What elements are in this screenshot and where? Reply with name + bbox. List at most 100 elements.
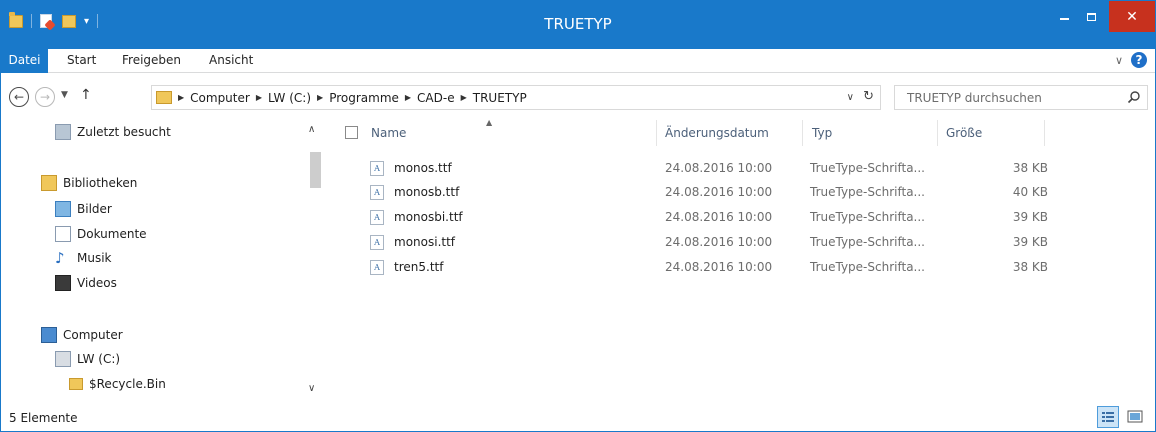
large-icons-view-button[interactable]: [1125, 407, 1145, 427]
navigation-pane-scrollbar[interactable]: ∧ ∨: [304, 118, 326, 402]
breadcrumb-drive[interactable]: LW (C:): [268, 91, 311, 105]
file-name: monosbi.ttf: [394, 210, 463, 224]
recent-places-icon: [55, 124, 71, 140]
breadcrumb-arrow-icon[interactable]: ▶: [256, 93, 262, 102]
file-type: TrueType-Schrifta...: [810, 185, 925, 199]
file-row[interactable]: A monosi.ttf 24.08.2016 10:00 TrueType-S…: [334, 231, 1154, 255]
close-icon: ✕: [1126, 8, 1138, 25]
breadcrumb-arrow-icon[interactable]: ▶: [178, 93, 184, 102]
nav-item-computer[interactable]: Computer: [41, 325, 123, 345]
item-count: 5 Elemente: [9, 411, 78, 425]
nav-item-label: Bibliotheken: [63, 176, 138, 190]
breadcrumb-arrow-icon[interactable]: ▶: [405, 93, 411, 102]
minimize-icon: [1060, 17, 1069, 20]
address-history-icon[interactable]: ∨: [847, 92, 854, 103]
column-header-size[interactable]: Größe: [946, 126, 982, 140]
navigation-pane: Zuletzt besucht Bibliotheken Bilder Doku…: [1, 118, 304, 402]
search-placeholder: TRUETYP durchsuchen: [907, 91, 1042, 105]
file-date: 24.08.2016 10:00: [665, 161, 773, 175]
scroll-down-icon[interactable]: ∨: [308, 383, 315, 394]
computer-icon: [41, 327, 57, 343]
nav-item-recycle-bin[interactable]: $Recycle.Bin: [69, 374, 166, 394]
nav-item-pictures[interactable]: Bilder: [55, 199, 112, 219]
breadcrumb-arrow-icon[interactable]: ▶: [461, 93, 467, 102]
forward-button[interactable]: →: [35, 87, 55, 107]
font-file-icon: A: [370, 161, 384, 176]
nav-item-documents[interactable]: Dokumente: [55, 224, 147, 244]
breadcrumb-computer[interactable]: Computer: [190, 91, 250, 105]
ribbon-tabs: Datei Start Freigeben Ansicht ∨ ?: [1, 49, 1155, 73]
nav-item-label: $Recycle.Bin: [89, 377, 166, 391]
title-bar[interactable]: ▾ TRUETYP ✕: [1, 1, 1155, 49]
column-header-type[interactable]: Typ: [812, 126, 832, 140]
file-date: 24.08.2016 10:00: [665, 185, 773, 199]
column-divider[interactable]: [656, 120, 657, 146]
up-button[interactable]: ↑: [80, 87, 92, 103]
folder-icon: [156, 91, 172, 104]
file-date: 24.08.2016 10:00: [665, 260, 773, 274]
tab-start[interactable]: Start: [67, 49, 96, 73]
maximize-button[interactable]: [1078, 1, 1105, 32]
nav-item-label: Videos: [77, 276, 117, 290]
search-icon[interactable]: [1127, 90, 1141, 104]
file-type: TrueType-Schrifta...: [810, 210, 925, 224]
column-divider[interactable]: [1044, 120, 1045, 146]
column-divider[interactable]: [802, 120, 803, 146]
file-type: TrueType-Schrifta...: [810, 161, 925, 175]
file-row[interactable]: A monosb.ttf 24.08.2016 10:00 TrueType-S…: [334, 181, 1154, 205]
nav-item-label: Zuletzt besucht: [77, 125, 171, 139]
nav-item-label: Musik: [77, 251, 112, 265]
tab-ansicht[interactable]: Ansicht: [209, 49, 253, 73]
nav-item-music[interactable]: ♪ Musik: [55, 248, 112, 268]
file-name: monosi.ttf: [394, 235, 456, 249]
search-input[interactable]: TRUETYP durchsuchen: [894, 85, 1148, 110]
column-divider[interactable]: [937, 120, 938, 146]
scroll-up-icon[interactable]: ∧: [308, 124, 315, 135]
large-icons-view-icon: [1127, 410, 1143, 423]
sort-ascending-icon: ▲: [486, 118, 493, 127]
nav-item-recent[interactable]: Zuletzt besucht: [55, 122, 171, 142]
nav-item-libraries[interactable]: Bibliotheken: [41, 173, 137, 193]
font-file-icon: A: [370, 210, 384, 225]
nav-item-drive-c[interactable]: LW (C:): [55, 349, 120, 369]
nav-item-videos[interactable]: Videos: [55, 273, 117, 293]
back-button[interactable]: ←: [9, 87, 29, 107]
help-icon[interactable]: ?: [1131, 52, 1147, 68]
tab-datei[interactable]: Datei: [1, 49, 48, 73]
ribbon-controls: ∨ ?: [1115, 52, 1147, 68]
scrollbar-thumb[interactable]: [310, 152, 321, 188]
file-type: TrueType-Schrifta...: [810, 235, 925, 249]
breadcrumb-programme[interactable]: Programme: [329, 91, 399, 105]
file-date: 24.08.2016 10:00: [665, 235, 773, 249]
file-row[interactable]: A monosbi.ttf 24.08.2016 10:00 TrueType-…: [334, 206, 1154, 230]
file-row[interactable]: A monos.ttf 24.08.2016 10:00 TrueType-Sc…: [334, 157, 1154, 181]
font-file-icon: A: [370, 185, 384, 200]
pictures-icon: [55, 201, 71, 217]
minimize-button[interactable]: [1051, 1, 1078, 32]
breadcrumb-truetyp[interactable]: TRUETYP: [473, 91, 527, 105]
file-date: 24.08.2016 10:00: [665, 210, 773, 224]
refresh-icon[interactable]: ↻: [863, 89, 874, 104]
breadcrumb-arrow-icon[interactable]: ▶: [317, 93, 323, 102]
file-list: ▲ Name Änderungsdatum Typ Größe A monos.…: [334, 118, 1154, 402]
close-button[interactable]: ✕: [1109, 1, 1155, 32]
select-all-checkbox[interactable]: [345, 126, 358, 139]
address-bar[interactable]: ▶ Computer ▶ LW (C:) ▶ Programme ▶ CAD-e…: [151, 85, 881, 110]
details-view-button[interactable]: [1097, 406, 1119, 428]
file-size: 38 KB: [1012, 260, 1048, 274]
file-row[interactable]: A tren5.ttf 24.08.2016 10:00 TrueType-Sc…: [334, 256, 1154, 280]
documents-icon: [55, 226, 71, 242]
folder-icon: [69, 378, 83, 390]
column-header-date[interactable]: Änderungsdatum: [665, 126, 769, 140]
nav-item-label: Computer: [63, 328, 123, 342]
tab-freigeben[interactable]: Freigeben: [122, 49, 181, 73]
column-header-name[interactable]: Name: [371, 126, 406, 140]
maximize-icon: [1087, 12, 1096, 21]
breadcrumb-cad-e[interactable]: CAD-e: [417, 91, 455, 105]
drive-icon: [55, 351, 71, 367]
expand-ribbon-icon[interactable]: ∨: [1115, 54, 1123, 67]
recent-locations-icon[interactable]: ▼: [61, 90, 68, 100]
nav-item-label: Bilder: [77, 202, 112, 216]
libraries-icon: [41, 175, 57, 191]
nav-item-label: LW (C:): [77, 352, 121, 366]
